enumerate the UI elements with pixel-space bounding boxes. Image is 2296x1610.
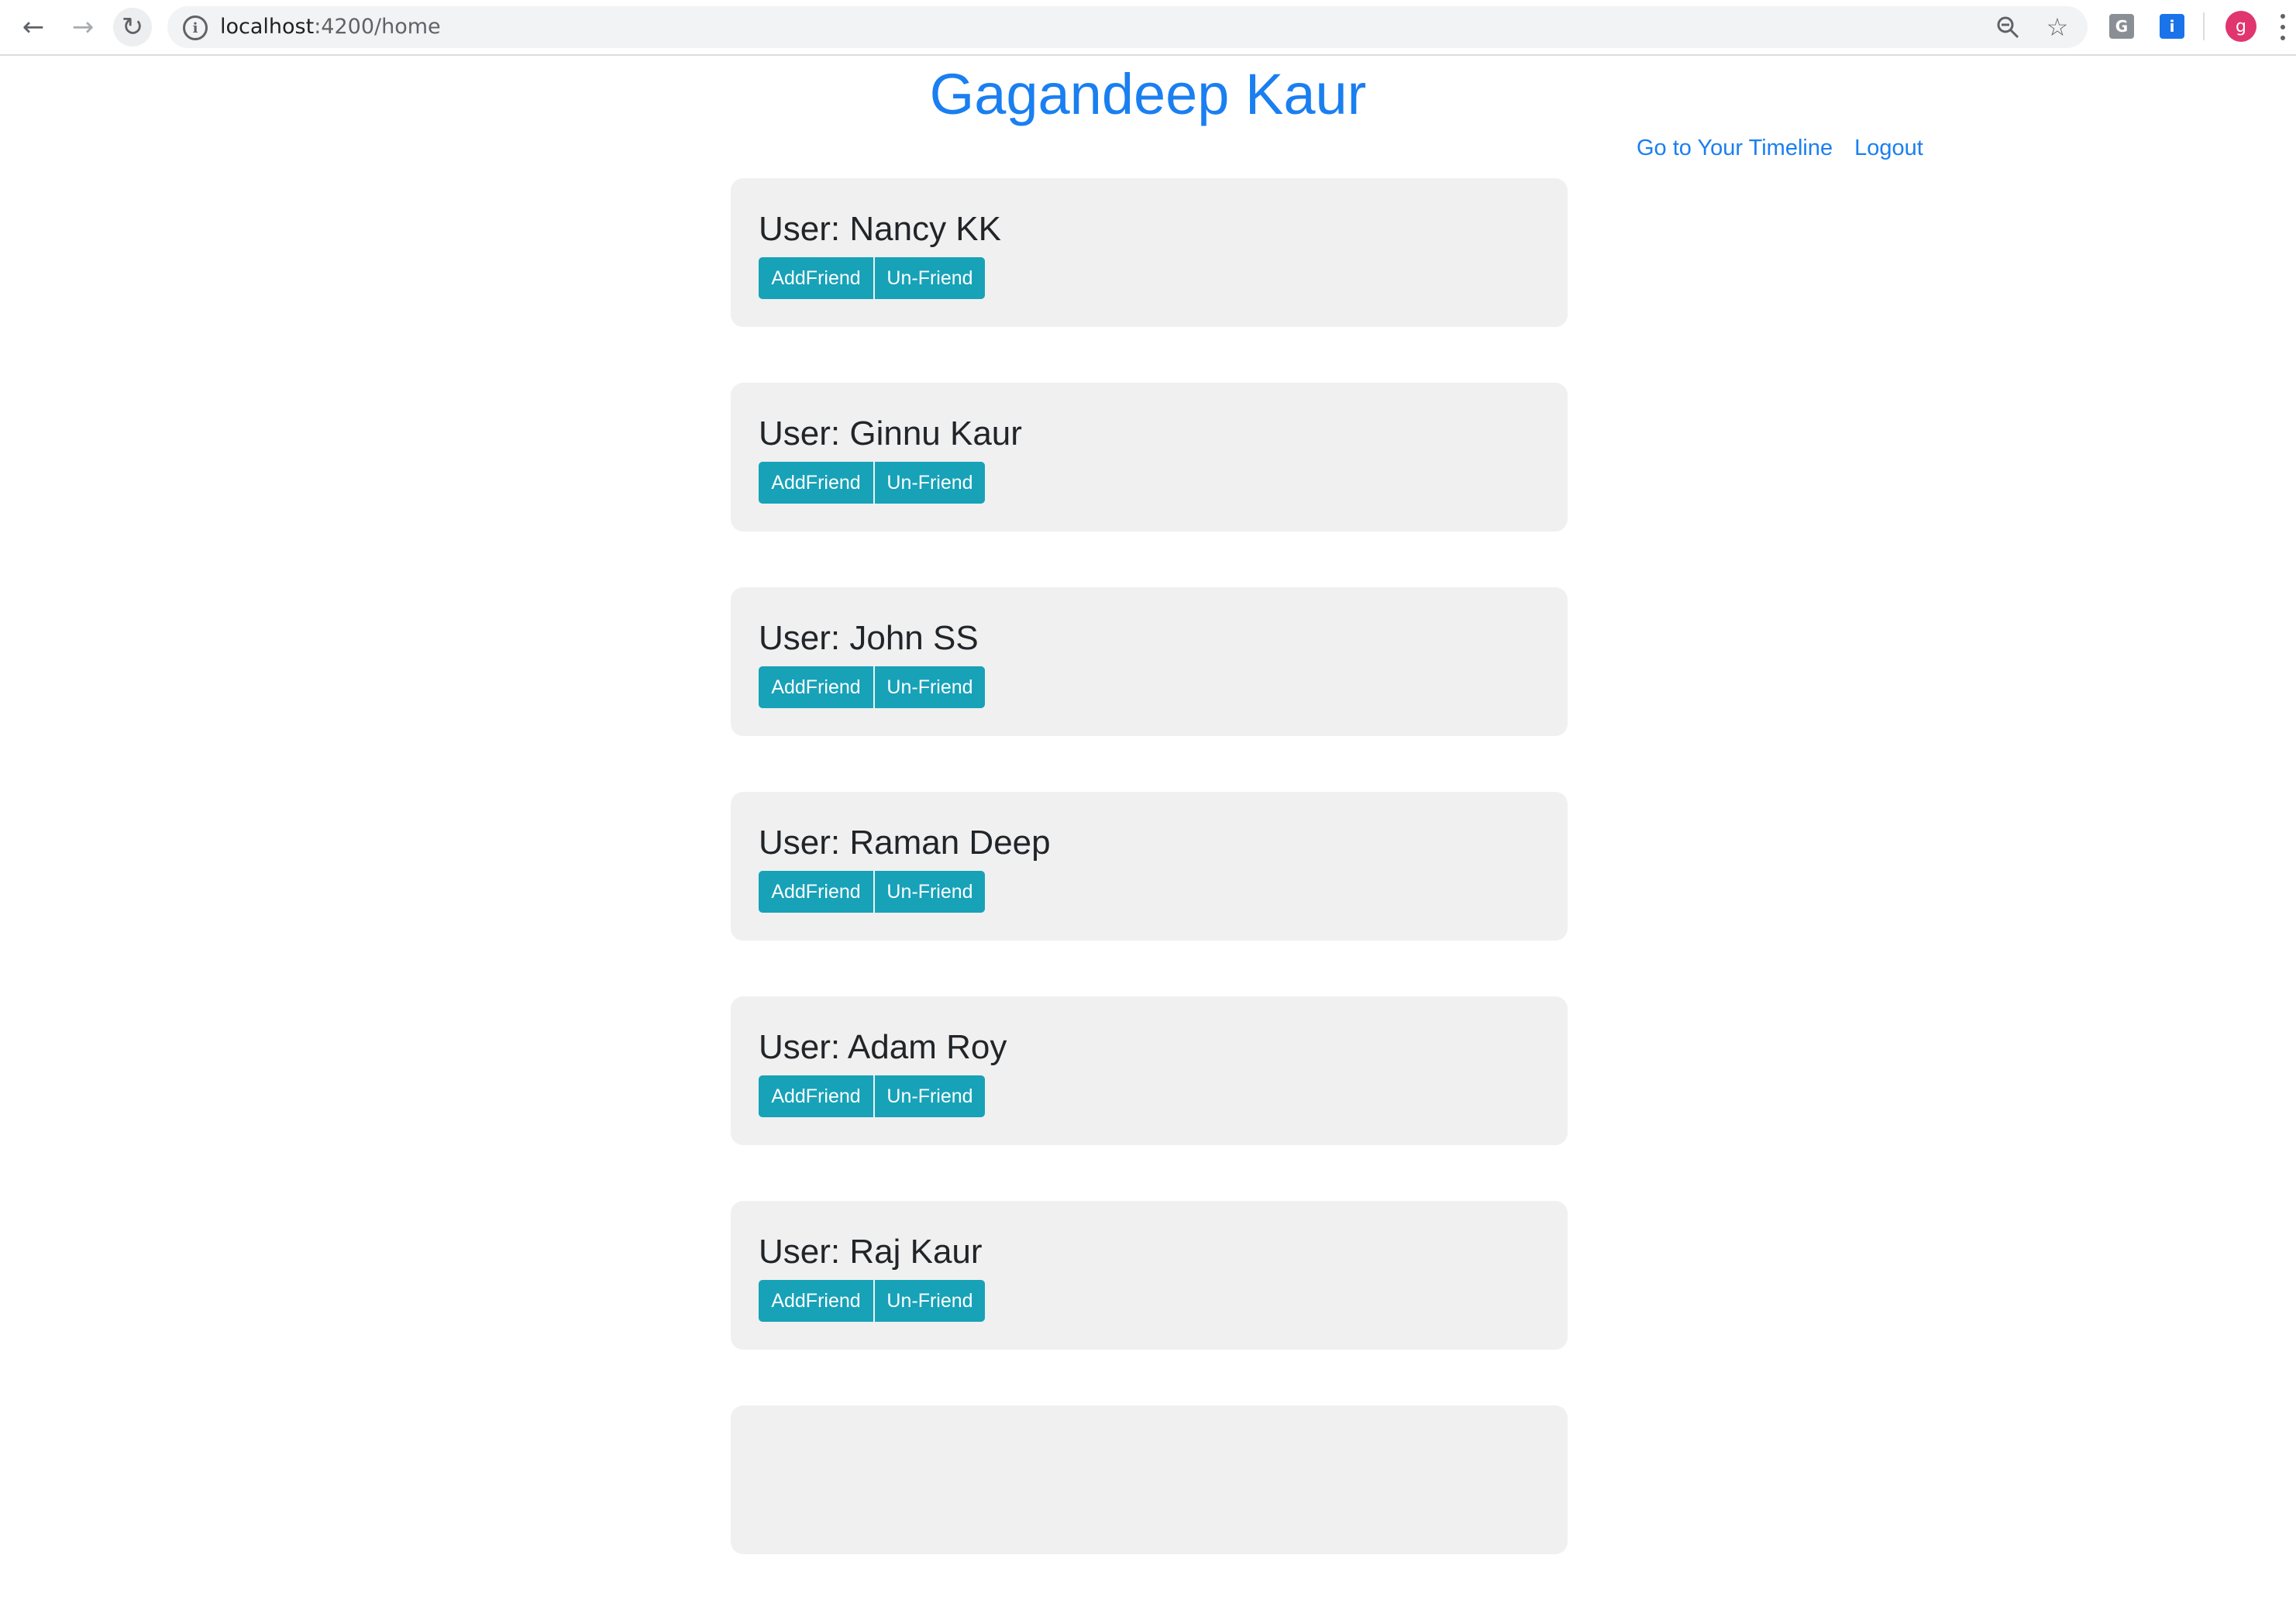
button-group: AddFriend Un-Friend — [759, 462, 985, 504]
add-friend-button[interactable]: AddFriend — [759, 1280, 873, 1322]
add-friend-button[interactable]: AddFriend — [759, 1075, 873, 1117]
extension-info-icon[interactable]: i — [2160, 14, 2184, 39]
button-group: AddFriend Un-Friend — [759, 257, 985, 299]
top-nav: Go to Your Timeline Logout — [1637, 136, 1923, 168]
logout-link[interactable]: Logout — [1854, 136, 1923, 168]
add-friend-button[interactable]: AddFriend — [759, 257, 873, 299]
button-group: AddFriend Un-Friend — [759, 871, 985, 913]
user-card: User: Raman Deep AddFriend Un-Friend — [731, 792, 1568, 941]
add-friend-button[interactable]: AddFriend — [759, 666, 873, 708]
button-group: AddFriend Un-Friend — [759, 1280, 985, 1322]
forward-arrow-icon[interactable]: → — [64, 8, 102, 46]
user-card-partial — [731, 1405, 1568, 1554]
unfriend-button[interactable]: Un-Friend — [875, 1280, 985, 1322]
browser-toolbar: ← → ↻ i localhost:4200/home ☆ G i g — [0, 0, 2296, 56]
button-group: AddFriend Un-Friend — [759, 666, 985, 708]
user-list: User: Nancy KK AddFriend Un-Friend User:… — [731, 178, 1568, 1610]
add-friend-button[interactable]: AddFriend — [759, 462, 873, 504]
unfriend-button[interactable]: Un-Friend — [875, 666, 985, 708]
user-card: User: Raj Kaur AddFriend Un-Friend — [731, 1201, 1568, 1350]
url-path: :4200/home — [314, 15, 441, 39]
reload-icon[interactable]: ↻ — [113, 8, 152, 46]
url-host: localhost — [220, 15, 315, 39]
user-name: User: Raj Kaur — [759, 1233, 983, 1271]
unfriend-button[interactable]: Un-Friend — [875, 1075, 985, 1117]
zoom-icon[interactable] — [1991, 11, 2024, 43]
profile-initial: g — [2236, 16, 2246, 36]
user-card: User: John SS AddFriend Un-Friend — [731, 587, 1568, 736]
user-card: User: Ginnu Kaur AddFriend Un-Friend — [731, 383, 1568, 532]
address-bar[interactable]: i localhost:4200/home ☆ — [167, 6, 2088, 48]
browser-menu-icon[interactable] — [2274, 11, 2292, 43]
extension-g-icon[interactable]: G — [2109, 14, 2134, 39]
user-card: User: Nancy KK AddFriend Un-Friend — [731, 178, 1568, 327]
add-friend-button[interactable]: AddFriend — [759, 871, 873, 913]
user-name: User: Nancy KK — [759, 210, 1001, 248]
page-title: Gagandeep Kaur — [929, 62, 1367, 126]
profile-avatar[interactable]: g — [2225, 11, 2256, 42]
user-name: User: Ginnu Kaur — [759, 415, 1022, 452]
user-name: User: Raman Deep — [759, 824, 1051, 862]
bookmark-star-icon[interactable]: ☆ — [2041, 11, 2074, 43]
url-text[interactable]: localhost:4200/home — [220, 6, 441, 48]
timeline-link[interactable]: Go to Your Timeline — [1637, 136, 1833, 168]
back-arrow-icon[interactable]: ← — [14, 8, 53, 46]
unfriend-button[interactable]: Un-Friend — [875, 257, 985, 299]
user-name: User: Adam Roy — [759, 1028, 1007, 1066]
site-info-icon[interactable]: i — [183, 15, 208, 40]
extension-g-label: G — [2115, 17, 2129, 36]
toolbar-divider — [2203, 12, 2205, 40]
unfriend-button[interactable]: Un-Friend — [875, 462, 985, 504]
button-group: AddFriend Un-Friend — [759, 1075, 985, 1117]
extension-i-label: i — [2169, 17, 2175, 36]
unfriend-button[interactable]: Un-Friend — [875, 871, 985, 913]
user-card: User: Adam Roy AddFriend Un-Friend — [731, 996, 1568, 1145]
user-name: User: John SS — [759, 619, 979, 657]
